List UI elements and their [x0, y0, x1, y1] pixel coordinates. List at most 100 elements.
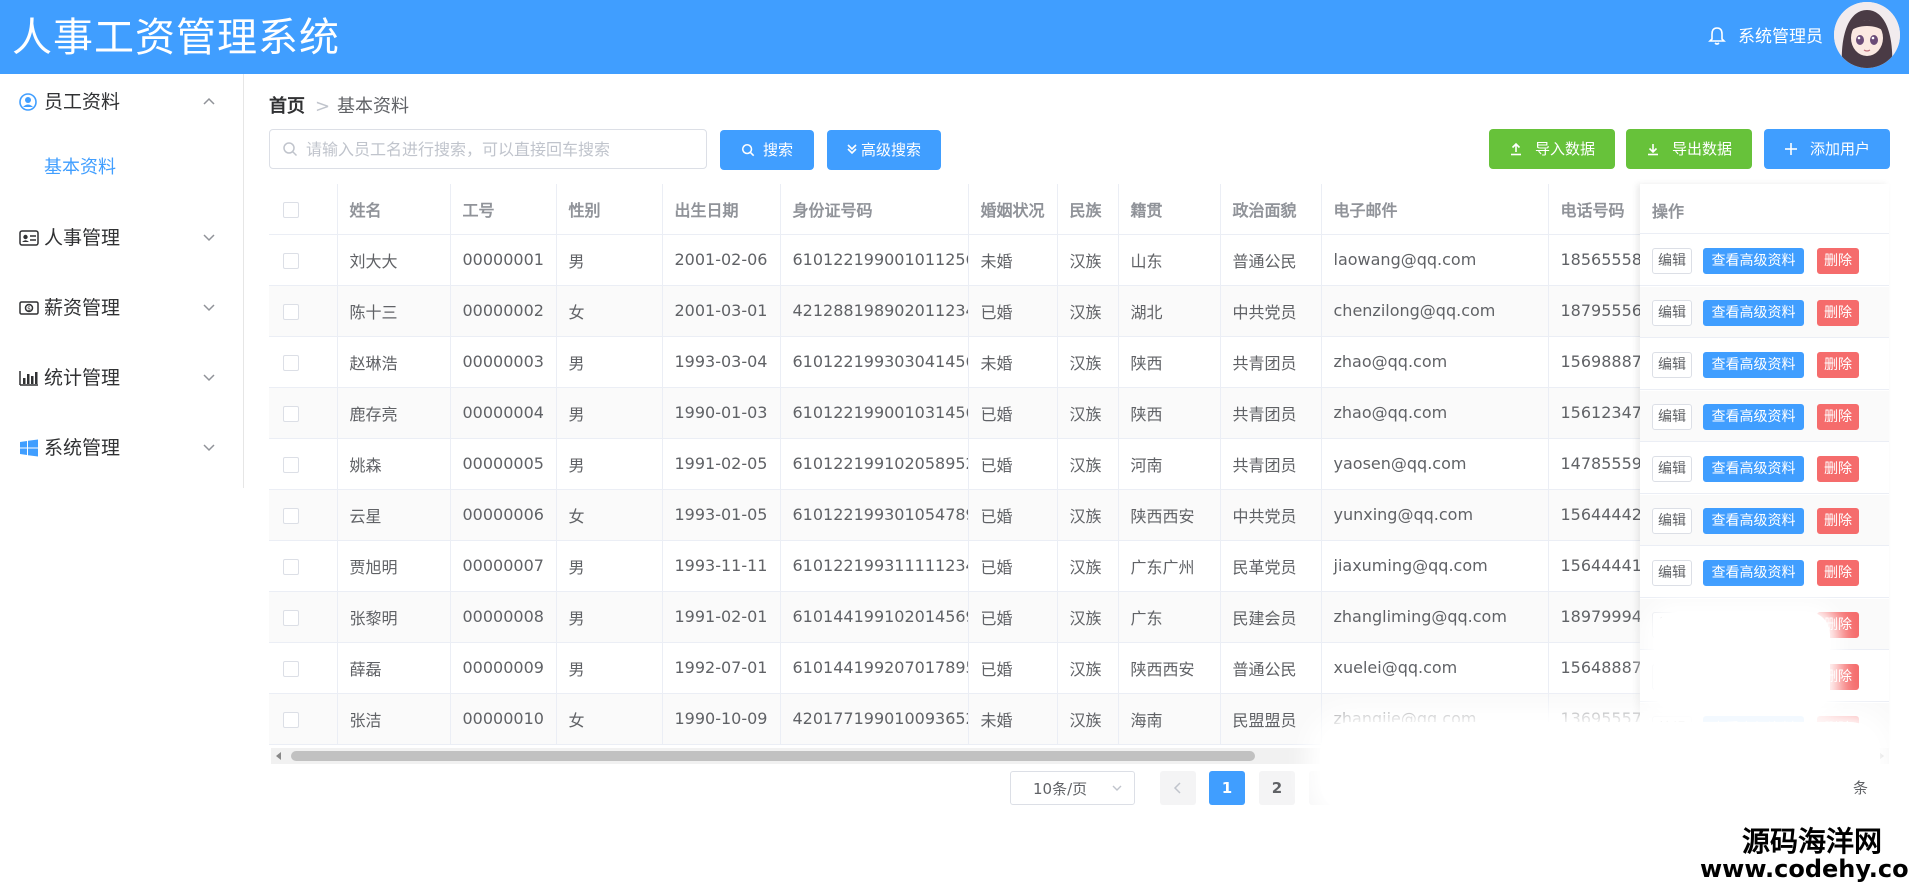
- export-data-button[interactable]: 导出数据: [1626, 129, 1752, 169]
- row-select-cell[interactable]: [269, 591, 338, 643]
- row-checkbox[interactable]: [283, 660, 299, 677]
- row-checkbox[interactable]: [283, 252, 299, 269]
- view-advanced-button[interactable]: 查看高级资料: [1703, 404, 1804, 430]
- row-select-cell[interactable]: [269, 693, 338, 745]
- edit-button[interactable]: 编辑: [1652, 248, 1692, 274]
- sidebar-item-salary[interactable]: $ 薪资管理: [0, 280, 243, 336]
- table-cell: 1993-11-11: [662, 540, 781, 592]
- sidebar-item-label: 员工资料: [44, 91, 121, 113]
- delete-button[interactable]: 删除: [1817, 508, 1859, 534]
- edit-button[interactable]: 编辑: [1652, 404, 1692, 430]
- pagination-total-tail: 条: [1853, 779, 1869, 797]
- table-cell: 男: [556, 540, 663, 592]
- table-cell: 00000007: [450, 540, 557, 592]
- sidebar-item-label: 统计管理: [44, 367, 121, 389]
- table-cell: 汉族: [1057, 693, 1119, 745]
- row-select-cell[interactable]: [269, 489, 338, 541]
- import-data-button[interactable]: 导入数据: [1489, 129, 1615, 169]
- row-checkbox[interactable]: [283, 711, 299, 728]
- money-icon: $: [19, 301, 39, 315]
- table-cell: 610122199001031456: [780, 387, 969, 439]
- advanced-search-button[interactable]: 高级搜索: [827, 130, 941, 170]
- row-checkbox[interactable]: [283, 609, 299, 626]
- page-size-select[interactable]: 10条/页: [1010, 771, 1135, 805]
- advanced-search-label: 高级搜索: [860, 141, 921, 159]
- add-user-button[interactable]: 添加用户: [1764, 129, 1890, 169]
- view-advanced-button[interactable]: 查看高级资料: [1703, 560, 1804, 586]
- table-cell: 1991-02-01: [662, 591, 781, 643]
- overlay-patch: [1654, 612, 1830, 712]
- page-button-2[interactable]: 2: [1259, 771, 1295, 805]
- table-cell: 陈十三: [337, 285, 451, 337]
- search-field[interactable]: [269, 129, 707, 169]
- search-button-label: 搜索: [762, 141, 793, 159]
- sidebar-item-statistics[interactable]: 统计管理: [0, 350, 243, 406]
- select-all-cell[interactable]: [269, 184, 338, 235]
- row-select-cell[interactable]: [269, 285, 338, 337]
- table-cell: 汉族: [1057, 438, 1119, 490]
- row-select-cell[interactable]: [269, 642, 338, 694]
- select-all-checkbox[interactable]: [283, 201, 299, 218]
- table-cell: xuelei@qq.com: [1321, 642, 1549, 694]
- row-select-cell[interactable]: [269, 387, 338, 439]
- avatar[interactable]: [1834, 2, 1900, 68]
- edit-button[interactable]: 编辑: [1652, 456, 1692, 482]
- row-select-cell[interactable]: [269, 336, 338, 388]
- page-size-value: 10条/页: [1033, 780, 1088, 798]
- delete-button[interactable]: 删除: [1817, 456, 1859, 482]
- view-advanced-button[interactable]: 查看高级资料: [1703, 248, 1804, 274]
- table-cell: 陕西: [1118, 387, 1221, 439]
- view-advanced-button[interactable]: 查看高级资料: [1703, 352, 1804, 378]
- sidebar-item-system[interactable]: 系统管理: [0, 420, 243, 476]
- edit-button[interactable]: 编辑: [1652, 300, 1692, 326]
- delete-button[interactable]: 删除: [1817, 248, 1859, 274]
- chevron-down-icon: [203, 234, 215, 242]
- app-title: 人事工资管理系统: [12, 15, 340, 61]
- edit-button[interactable]: 编辑: [1652, 508, 1692, 534]
- sidebar-item-employee-info[interactable]: 员工资料: [0, 74, 243, 130]
- row-checkbox[interactable]: [283, 456, 299, 473]
- bar-chart-icon: [19, 371, 38, 386]
- windows-icon: [20, 439, 38, 457]
- view-advanced-button[interactable]: 查看高级资料: [1703, 300, 1804, 326]
- view-advanced-button[interactable]: 查看高级资料: [1703, 456, 1804, 482]
- row-checkbox[interactable]: [283, 558, 299, 575]
- edit-button[interactable]: 编辑: [1652, 560, 1692, 586]
- edit-button[interactable]: 编辑: [1652, 352, 1692, 378]
- row-select-cell[interactable]: [269, 234, 338, 286]
- delete-button[interactable]: 删除: [1817, 560, 1859, 586]
- user-name[interactable]: 系统管理员: [1738, 26, 1823, 48]
- bell-icon[interactable]: [1708, 26, 1726, 46]
- table-cell: 已婚: [968, 591, 1058, 643]
- operations-row: 编辑查看高级资料删除: [1640, 547, 1889, 598]
- breadcrumb-home[interactable]: 首页: [269, 96, 305, 118]
- sidebar-item-hr[interactable]: 人事管理: [0, 210, 243, 266]
- table-cell: 湖北: [1118, 285, 1221, 337]
- table-cell: 男: [556, 642, 663, 694]
- delete-button[interactable]: 删除: [1817, 300, 1859, 326]
- table-cell: 中共党员: [1220, 285, 1322, 337]
- page-button-1[interactable]: 1: [1209, 771, 1245, 805]
- sidebar-subitem-basic-info[interactable]: 基本资料: [0, 140, 243, 196]
- row-checkbox[interactable]: [283, 303, 299, 320]
- table-cell: zhao@qq.com: [1321, 387, 1549, 439]
- scroll-left-arrow[interactable]: [276, 752, 281, 760]
- row-select-cell[interactable]: [269, 540, 338, 592]
- search-button[interactable]: 搜索: [720, 130, 814, 170]
- table-cell: 汉族: [1057, 234, 1119, 286]
- search-input[interactable]: [306, 136, 696, 162]
- row-checkbox[interactable]: [283, 507, 299, 524]
- sidebar: 员工资料 基本资料 人事管理 $ 薪资管理 统计管理 系统管理: [0, 74, 244, 488]
- row-checkbox[interactable]: [283, 405, 299, 422]
- table-cell: 中共党员: [1220, 489, 1322, 541]
- sidebar-subitem-label: 基本资料: [44, 157, 116, 178]
- delete-button[interactable]: 删除: [1817, 404, 1859, 430]
- view-advanced-button[interactable]: 查看高级资料: [1703, 508, 1804, 534]
- scrollbar-thumb[interactable]: [291, 751, 1255, 761]
- prev-page-button[interactable]: [1160, 771, 1196, 805]
- table-cell: 陕西西安: [1118, 642, 1221, 694]
- row-checkbox[interactable]: [283, 354, 299, 371]
- table-cell: 女: [556, 285, 663, 337]
- delete-button[interactable]: 删除: [1817, 352, 1859, 378]
- row-select-cell[interactable]: [269, 438, 338, 490]
